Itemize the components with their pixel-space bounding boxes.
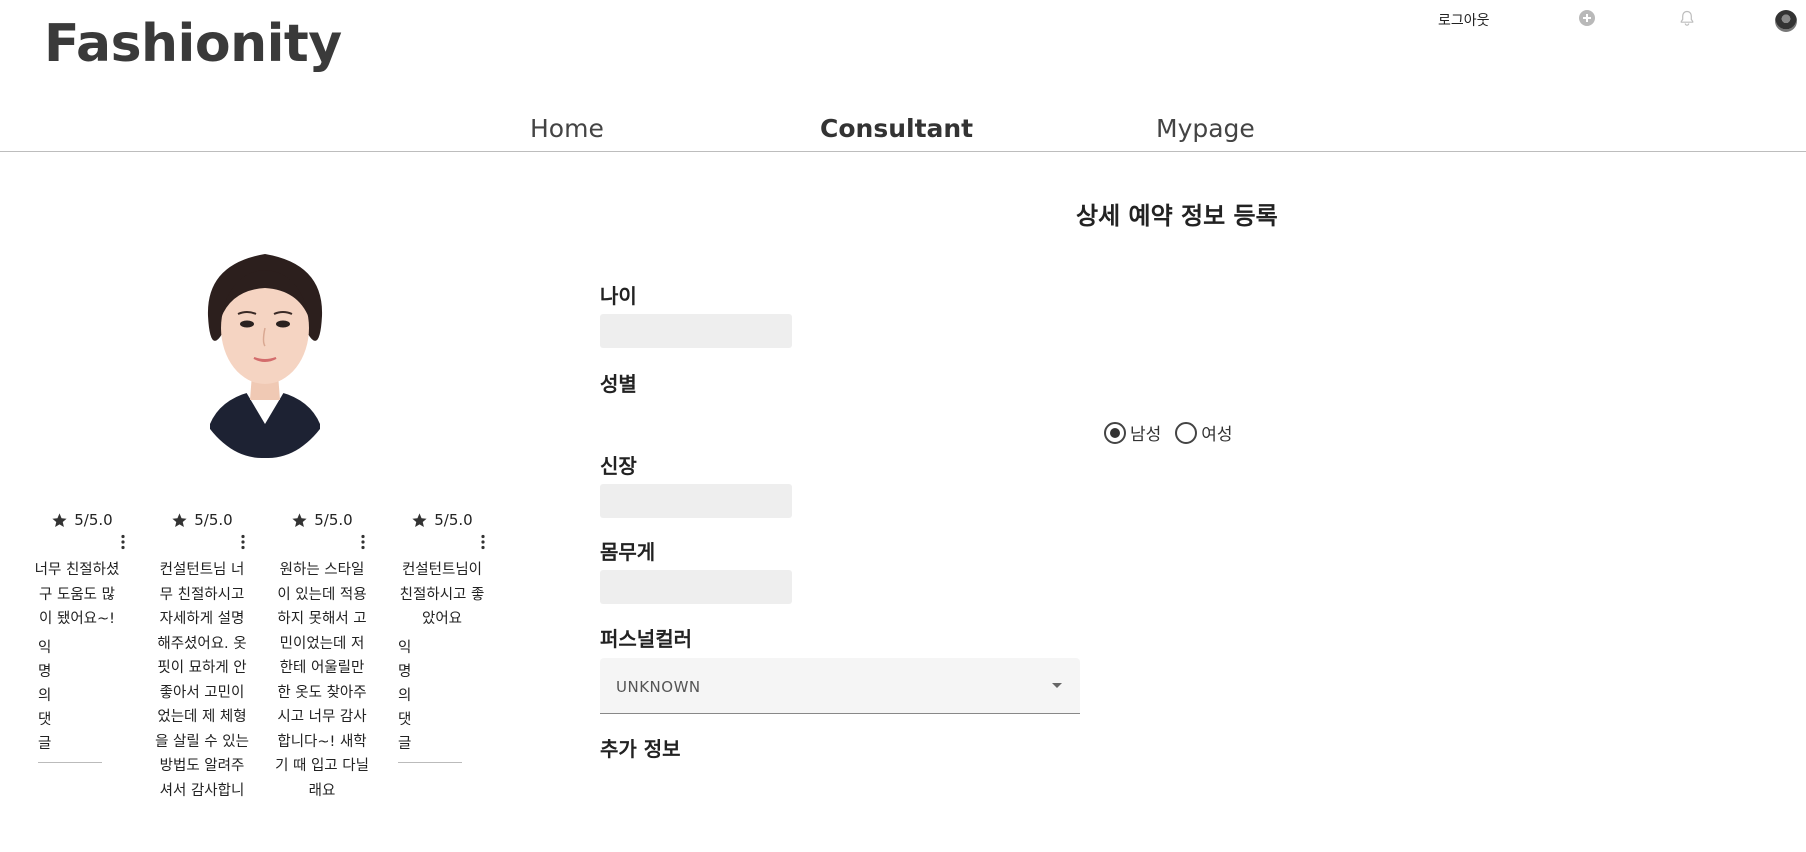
gender-radio-female[interactable] bbox=[1175, 421, 1198, 444]
divider bbox=[38, 761, 102, 763]
review-rating: 5/5.0 bbox=[154, 510, 250, 530]
gender-option-label[interactable]: 여성 bbox=[1201, 420, 1232, 445]
extra-info-label: 추가 정보 bbox=[600, 737, 681, 761]
rating-value: 5/5.0 bbox=[194, 511, 233, 529]
more-options-icon[interactable] bbox=[240, 534, 246, 550]
gender-label: 성별 bbox=[600, 372, 637, 396]
height-label: 신장 bbox=[600, 454, 637, 478]
personal-color-label: 퍼스널컬러 bbox=[600, 627, 692, 651]
weight-label: 몸무게 bbox=[600, 540, 656, 564]
consultant-portrait bbox=[180, 224, 350, 458]
nav-home[interactable]: Home bbox=[530, 114, 604, 143]
review-card: 5/5.0 원하는 스타일이 있는데 적용하지 못해서 고민이었는데 저한테 어… bbox=[274, 510, 370, 803]
logo[interactable]: Fashionity bbox=[44, 14, 342, 74]
review-rating: 5/5.0 bbox=[394, 510, 490, 530]
logout-link[interactable]: 로그아웃 bbox=[1438, 10, 1490, 30]
review-comments-link[interactable]: 익명의댓글 bbox=[398, 636, 414, 756]
divider bbox=[398, 761, 462, 763]
bell-icon[interactable] bbox=[1679, 10, 1695, 27]
more-options-icon[interactable] bbox=[120, 534, 126, 550]
star-icon bbox=[172, 512, 187, 527]
rating-value: 5/5.0 bbox=[434, 511, 473, 529]
plus-circle-icon[interactable] bbox=[1579, 10, 1595, 26]
star-icon bbox=[292, 512, 307, 527]
review-card: 5/5.0 컨설턴트님이 친절하시고 좋았어요 익명의댓글 bbox=[394, 510, 490, 763]
review-text: 너무 친절하셨구 도움도 많이 됐어요~! bbox=[34, 562, 120, 627]
star-icon bbox=[412, 512, 427, 527]
review-text: 원하는 스타일이 있는데 적용하지 못해서 고민이었는데 저한테 어울릴만한 옷… bbox=[275, 562, 369, 799]
nav-consultant[interactable]: Consultant bbox=[820, 114, 973, 143]
review-text: 컨설턴트님이 친절하시고 좋았어요 bbox=[399, 562, 485, 627]
review-rating: 5/5.0 bbox=[274, 510, 370, 530]
age-input[interactable] bbox=[600, 314, 792, 348]
more-options-icon[interactable] bbox=[480, 534, 486, 550]
gender-option-label[interactable]: 남성 bbox=[1130, 420, 1161, 445]
more-options-icon[interactable] bbox=[360, 534, 366, 550]
review-rating: 5/5.0 bbox=[34, 510, 130, 530]
personal-color-select[interactable]: UNKNOWN bbox=[600, 658, 1080, 714]
chevron-down-icon bbox=[1052, 683, 1062, 688]
main-nav: Home Consultant Mypage bbox=[0, 114, 1806, 152]
avatar[interactable] bbox=[1775, 10, 1797, 32]
consultant-photo bbox=[180, 224, 350, 458]
weight-input[interactable] bbox=[600, 570, 792, 604]
personal-color-value: UNKNOWN bbox=[616, 678, 701, 696]
gender-radio-group: 남성 여성 bbox=[1104, 420, 1247, 445]
nav-mypage[interactable]: Mypage bbox=[1156, 114, 1255, 143]
gender-radio-male[interactable] bbox=[1104, 421, 1126, 444]
rating-value: 5/5.0 bbox=[74, 511, 113, 529]
form-title: 상세 예약 정보 등록 bbox=[1076, 202, 1278, 230]
rating-value: 5/5.0 bbox=[314, 511, 353, 529]
star-icon bbox=[52, 512, 67, 527]
age-label: 나이 bbox=[600, 284, 637, 308]
review-card: 5/5.0 너무 친절하셨구 도움도 많이 됐어요~! 익명의댓글 bbox=[34, 510, 130, 763]
height-input[interactable] bbox=[600, 484, 792, 518]
review-card: 5/5.0 컨설턴트님 너무 친절하시고 자세하게 설명해주셨어요. 옷 핏이 … bbox=[154, 510, 250, 803]
review-comments-link[interactable]: 익명의댓글 bbox=[38, 636, 54, 756]
review-text: 컨설턴트님 너무 친절하시고 자세하게 설명해주셨어요. 옷 핏이 묘하게 안 … bbox=[155, 562, 249, 799]
